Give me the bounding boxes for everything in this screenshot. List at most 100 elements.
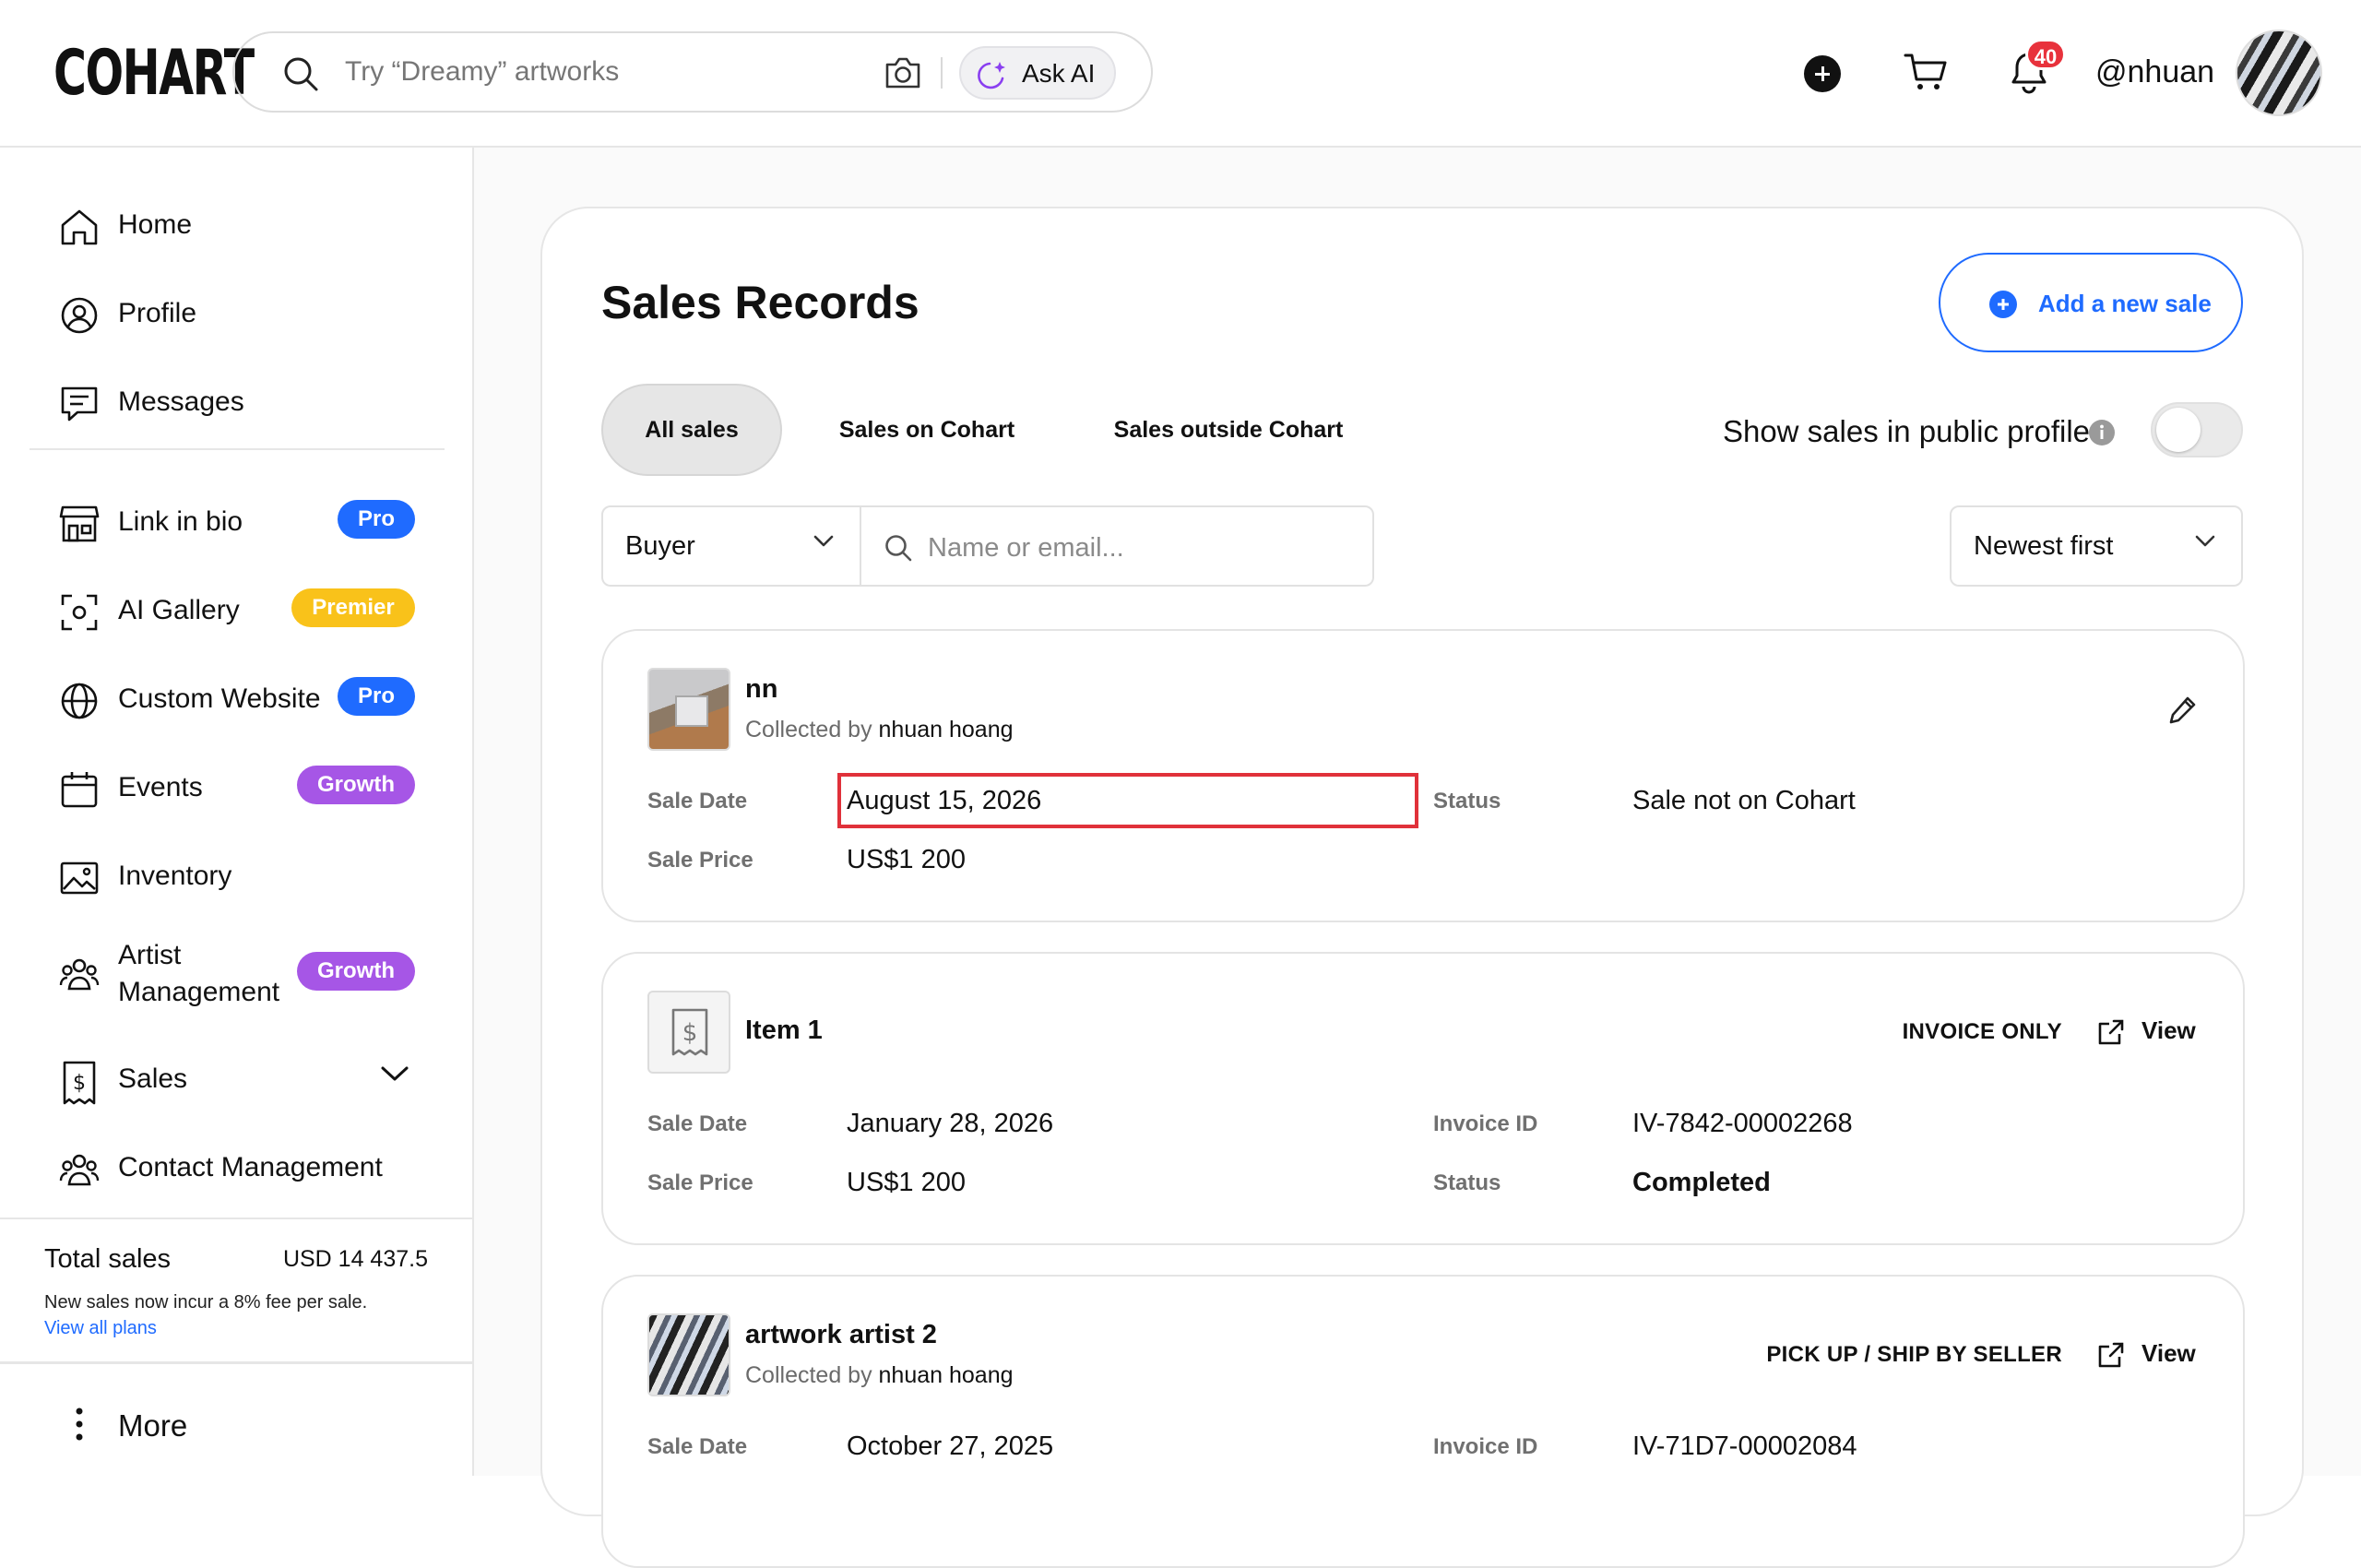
camera-icon[interactable] [884,55,922,90]
growth-badge: Growth [297,952,415,991]
scan-icon [59,592,100,633]
sidebar-item-contact-management[interactable]: Contact Management [59,1144,428,1192]
invoice-id-value: IV-7842-00002268 [1632,1109,1853,1138]
username[interactable]: @nhuan [2095,53,2214,90]
status-label: Status [1433,789,1501,814]
view-label: View [2142,1339,2196,1367]
sidebar-divider [0,1361,472,1364]
sidebar-item-label: Link in bio [118,506,243,537]
more-dots-icon [76,1406,83,1443]
sidebar-item-custom-website[interactable]: Custom Website Pro [59,675,428,723]
image-icon [59,858,100,898]
dollar-receipt-icon: $ [59,1061,100,1105]
chevron-down-icon[interactable] [380,1064,409,1083]
premier-badge: Premier [291,588,415,627]
chevron-down-icon [813,535,834,548]
create-plus-icon[interactable] [1804,55,1841,92]
toggle-knob [2156,408,2201,452]
artwork-thumbnail[interactable] [647,668,730,751]
sidebar-item-label: Events [118,772,203,802]
cart-icon[interactable] [1904,52,1948,92]
svg-text:$: $ [73,1072,86,1095]
tab-all-sales[interactable]: All sales [601,384,782,476]
sidebar-item-label: Artist Management [118,940,280,1007]
sidebar-item-label: Sales [118,1063,188,1094]
sidebar-item-home[interactable]: Home [59,201,428,249]
invoice-thumbnail[interactable]: $ [647,991,730,1074]
search-placeholder: Try “Dreamy” artworks [345,56,620,87]
sidebar-item-ai-gallery[interactable]: AI Gallery Premier [59,587,428,635]
top-bar: COHART Try “Dreamy” artworks Ask AI 40 @… [0,0,2361,148]
search-icon [282,55,319,92]
view-invoice-link[interactable]: View [2097,1013,2199,1050]
sale-price-label: Sale Price [647,848,753,873]
external-link-icon [2097,1341,2125,1369]
sidebar-item-label: Inventory [118,861,232,891]
invoice-id-label: Invoice ID [1433,1434,1538,1459]
calendar-icon [59,769,100,810]
more-button[interactable]: More [59,1402,336,1448]
info-icon[interactable] [2088,419,2116,446]
sidebar-item-profile[interactable]: Profile [59,290,428,338]
sidebar-item-label: Custom Website [118,683,321,714]
receipt-icon: $ [668,1007,712,1059]
storefront-icon [59,504,100,544]
sale-price-value: US$1 200 [847,845,966,874]
svg-text:$: $ [682,1019,698,1047]
sidebar-item-link-in-bio[interactable]: Link in bio Pro [59,498,428,546]
sidebar-item-label: Profile [118,298,197,328]
invoice-id-label: Invoice ID [1433,1111,1538,1136]
sale-card: $ Item 1 INVOICE ONLY View Sale Date Jan… [601,952,2245,1245]
fee-note: New sales now incur a 8% fee per sale. [44,1292,368,1313]
sale-card: nn Collected by nhuan hoang Sale Date Au… [601,629,2245,922]
show-public-sales-label: Show sales in public profile [1722,414,2090,448]
messages-icon [59,384,100,424]
tab-sales-outside-cohart[interactable]: Sales outside Cohart [1072,384,1385,476]
sidebar-item-label: Messages [118,386,244,417]
tab-sales-on-cohart[interactable]: Sales on Cohart [797,384,1057,476]
avatar[interactable] [2236,30,2322,116]
delivery-tag: PICK UP / SHIP BY SELLER [1766,1342,2062,1367]
filter-field-select[interactable]: Buyer [601,505,861,587]
growth-badge: Growth [297,766,415,804]
sidebar-item-artist-management[interactable]: Artist Management Growth [59,940,428,1007]
contacts-icon [59,1149,100,1190]
buyer-search-input[interactable]: Name or email... [860,505,1374,587]
collected-by: Collected by nhuan hoang [745,1362,1014,1388]
sidebar-item-label: AI Gallery [118,595,240,625]
home-icon [59,207,100,247]
pro-badge: Pro [338,500,415,539]
main-content: Sales Records Add a new sale All sales S… [474,148,2361,1568]
view-invoice-link[interactable]: View [2097,1336,2199,1372]
sort-select[interactable]: Newest first [1950,505,2243,587]
sidebar-item-sales[interactable]: $ Sales [59,1055,428,1105]
sidebar-item-messages[interactable]: Messages [59,378,428,426]
plus-circle-icon [1988,290,2018,319]
filter-field-value: Buyer [625,531,695,561]
total-sales-label: Total sales [44,1244,172,1274]
more-label: More [118,1408,188,1443]
view-label: View [2142,1016,2196,1044]
sale-date-value: January 28, 2026 [847,1109,1054,1138]
page-title: Sales Records [601,277,919,328]
profile-icon [59,295,100,336]
pro-badge: Pro [338,677,415,716]
sidebar: Home Profile Messages Link in bio Pro AI… [0,148,474,1476]
add-new-sale-button[interactable]: Add a new sale [1939,253,2243,352]
sidebar-item-label: Contact Management [118,1152,383,1182]
delivery-tag: INVOICE ONLY [1902,1019,2062,1044]
ask-ai-button[interactable]: Ask AI [959,46,1116,100]
sale-card: artwork artist 2 Collected by nhuan hoan… [601,1275,2245,1568]
search-divider [941,57,943,89]
artwork-thumbnail[interactable] [647,1313,730,1396]
add-new-sale-label: Add a new sale [2038,290,2212,317]
edit-pencil-icon[interactable] [2167,694,2199,725]
public-profile-toggle[interactable] [2151,402,2243,457]
sidebar-item-events[interactable]: Events Growth [59,764,428,812]
sidebar-item-inventory[interactable]: Inventory [59,852,428,900]
sale-date-label: Sale Date [647,1111,748,1136]
search-bar[interactable]: Try “Dreamy” artworks Ask AI [232,31,1153,113]
cohart-logo[interactable]: COHART [53,41,255,107]
total-sales-value: USD 14 437.5 [282,1246,428,1272]
view-all-plans-link[interactable]: View all plans [44,1317,157,1339]
